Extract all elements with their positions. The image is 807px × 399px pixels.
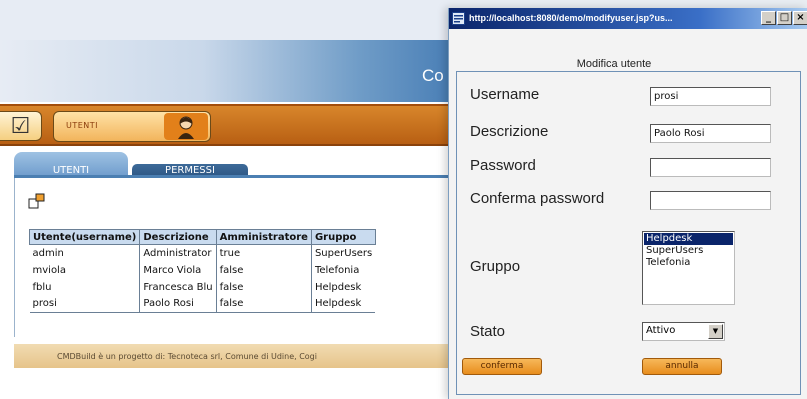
modify-user-form: Username Descrizione Password Conferma p… bbox=[456, 71, 801, 395]
confirm-button[interactable]: conferma bbox=[462, 358, 542, 375]
cancel-button[interactable]: annulla bbox=[642, 358, 722, 375]
conferma-password-input[interactable] bbox=[650, 191, 771, 210]
cell-username: mviola bbox=[29, 261, 141, 279]
descrizione-input[interactable] bbox=[650, 124, 771, 143]
table-row[interactable]: fblu Francesca Blu false Helpdesk bbox=[29, 278, 376, 296]
table-row[interactable]: mviola Marco Viola false Telefonia bbox=[29, 261, 376, 279]
cell-descrizione: Marco Viola bbox=[139, 261, 217, 279]
col-header-username[interactable]: Utente(username) bbox=[28, 229, 141, 245]
gruppo-listbox[interactable]: Helpdesk SuperUsers Telefonia bbox=[642, 231, 735, 305]
cell-gruppo: Helpdesk bbox=[311, 295, 376, 313]
gruppo-option[interactable]: Telefonia bbox=[644, 257, 733, 269]
add-user-icon[interactable] bbox=[28, 193, 46, 209]
cell-username: admin bbox=[29, 244, 141, 262]
banner bbox=[0, 40, 450, 102]
cell-amministratore: false bbox=[216, 278, 312, 296]
minimize-icon[interactable]: _ bbox=[761, 11, 776, 25]
username-input[interactable] bbox=[650, 87, 771, 106]
stato-label: Stato bbox=[470, 323, 506, 340]
stato-value: Attivo bbox=[646, 325, 676, 336]
close-icon[interactable]: × bbox=[793, 11, 807, 25]
browser-page-icon bbox=[452, 12, 465, 25]
conferma-password-label: Conferma password bbox=[470, 190, 605, 207]
table-row[interactable]: prosi Paolo Rosi false Helpdesk bbox=[29, 295, 376, 313]
col-header-gruppo[interactable]: Gruppo bbox=[310, 229, 376, 245]
banner-text: Co bbox=[422, 66, 444, 85]
window-title: http://localhost:8080/demo/modifyuser.js… bbox=[469, 13, 673, 23]
checklist-icon[interactable]: ☑ bbox=[0, 111, 42, 141]
gruppo-label: Gruppo bbox=[470, 258, 521, 275]
descrizione-label: Descrizione bbox=[470, 123, 549, 140]
cell-gruppo: Helpdesk bbox=[314, 281, 362, 293]
username-label: Username bbox=[470, 86, 540, 103]
cell-gruppo: Telefonia bbox=[314, 264, 360, 276]
table-header-row: Utente(username) Descrizione Amministrat… bbox=[28, 229, 376, 245]
col-header-descrizione[interactable]: Descrizione bbox=[139, 229, 217, 245]
password-input[interactable] bbox=[650, 158, 771, 177]
modify-user-window: http://localhost:8080/demo/modifyuser.js… bbox=[448, 8, 807, 399]
cell-amministratore: false bbox=[216, 295, 312, 313]
user-icon bbox=[164, 113, 208, 140]
users-module-button[interactable]: UTENTI bbox=[53, 111, 211, 142]
gruppo-option[interactable]: Helpdesk bbox=[644, 233, 733, 245]
window-titlebar[interactable]: http://localhost:8080/demo/modifyuser.js… bbox=[449, 8, 807, 29]
cell-descrizione: Paolo Rosi bbox=[139, 295, 217, 313]
password-label: Password bbox=[470, 157, 536, 174]
cell-username: fblu bbox=[29, 278, 141, 296]
table-row[interactable]: admin Administrator true SuperUsers bbox=[29, 244, 376, 262]
cell-gruppo: SuperUsers bbox=[314, 247, 373, 259]
cell-descrizione: Francesca Blu bbox=[139, 278, 217, 296]
cell-amministratore: true bbox=[216, 244, 312, 262]
col-header-amministratore[interactable]: Amministratore bbox=[215, 229, 312, 245]
cell-amministratore: false bbox=[216, 261, 312, 279]
users-table: Utente(username) Descrizione Amministrat… bbox=[28, 229, 376, 313]
form-title: Modifica utente bbox=[576, 58, 652, 70]
footer-credits: CMDBuild è un progetto di: Tecnoteca srl… bbox=[14, 344, 450, 368]
maximize-icon[interactable]: □ bbox=[777, 11, 792, 25]
gruppo-option[interactable]: SuperUsers bbox=[644, 245, 733, 257]
stato-select[interactable]: Attivo ▼ bbox=[642, 322, 725, 341]
users-module-label: UTENTI bbox=[66, 121, 99, 130]
chevron-down-icon[interactable]: ▼ bbox=[708, 324, 723, 339]
cell-descrizione: Administrator bbox=[139, 244, 217, 262]
cell-username: prosi bbox=[29, 295, 141, 313]
cmdbuild-app: Co ☑ UTENTI UTENTI PERMESSI Utente(usern… bbox=[0, 0, 450, 399]
